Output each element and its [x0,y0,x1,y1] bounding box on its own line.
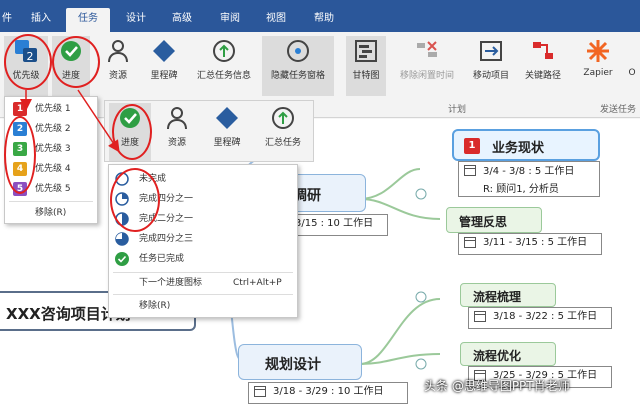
annotation-arrows [20,89,120,153]
